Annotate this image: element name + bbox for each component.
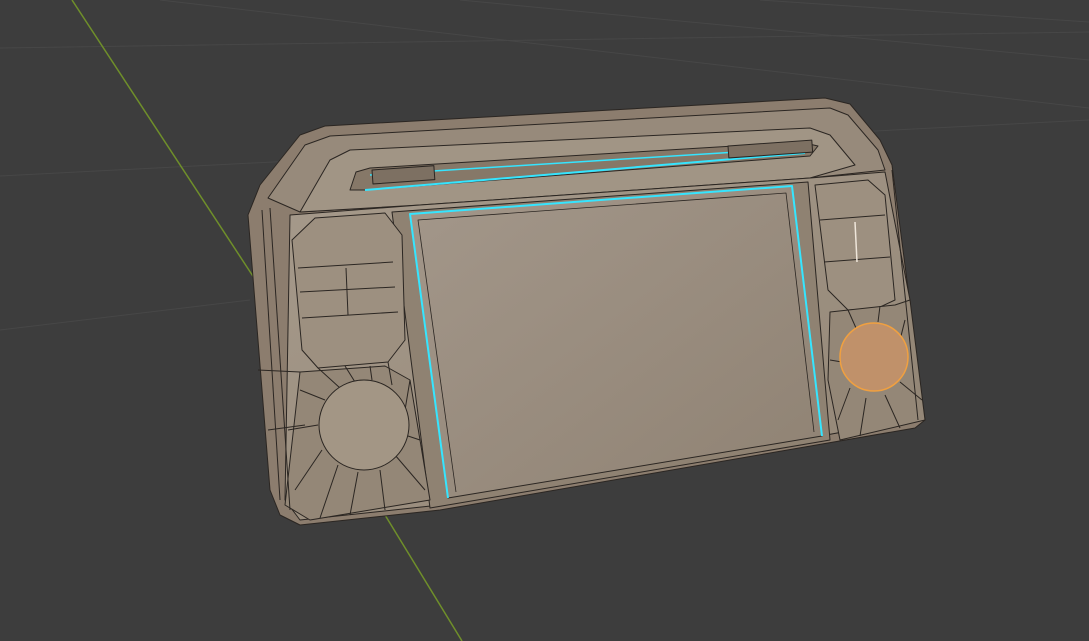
right-joystick-selected[interactable] [839, 322, 909, 392]
left-dpad-housing [291, 212, 406, 369]
left-joystick [318, 379, 410, 471]
3d-viewport[interactable] [0, 0, 1089, 641]
mesh-object[interactable] [247, 97, 926, 526]
